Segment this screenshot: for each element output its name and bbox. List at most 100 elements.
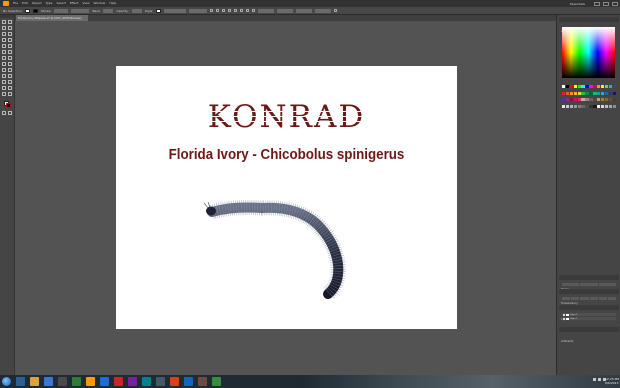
swatch[interactable]: [589, 98, 593, 102]
swatch[interactable]: [593, 85, 597, 88]
swatch[interactable]: [600, 104, 605, 108]
paintbrush-tool-icon[interactable]: [2, 44, 6, 48]
menu-select[interactable]: Select: [57, 1, 66, 6]
menu-help[interactable]: Help: [109, 1, 116, 6]
swatch[interactable]: [608, 91, 613, 95]
swatch[interactable]: [612, 104, 616, 108]
network-icon[interactable]: [593, 378, 596, 381]
swatch[interactable]: [565, 104, 570, 108]
stroke-weight-field[interactable]: [54, 8, 69, 13]
app-icon[interactable]: [184, 377, 193, 386]
graph-tool-icon[interactable]: [8, 86, 12, 90]
align-bottom-icon[interactable]: [240, 9, 244, 12]
swatch[interactable]: [581, 91, 585, 95]
swatch[interactable]: [562, 104, 566, 108]
swatch[interactable]: [585, 104, 589, 108]
artboard-subtitle[interactable]: Florida Ivory - Chicobolus spinigerus: [130, 147, 444, 163]
swatch[interactable]: [600, 91, 605, 95]
app-icon[interactable]: [142, 377, 151, 386]
artboards-panel-header[interactable]: Artboards: [559, 327, 619, 343]
tools-grip[interactable]: [0, 15, 14, 18]
maximize-icon[interactable]: [603, 1, 609, 6]
swatch[interactable]: [569, 85, 574, 88]
document-setup-button[interactable]: [164, 8, 187, 13]
swatch[interactable]: [589, 104, 593, 108]
selection-tool-icon[interactable]: [2, 20, 6, 24]
illustrator-taskbar-icon[interactable]: [86, 377, 95, 386]
slice-tool-icon[interactable]: [8, 92, 12, 96]
align-right-icon[interactable]: [222, 9, 226, 12]
swatch[interactable]: [565, 85, 570, 88]
symbol-sprayer-tool-icon[interactable]: [2, 86, 6, 90]
swatch[interactable]: [589, 91, 593, 95]
rectangle-tool-icon[interactable]: [8, 38, 12, 42]
rotate-tool-icon[interactable]: [2, 56, 6, 60]
swatch[interactable]: [597, 91, 601, 95]
w-field[interactable]: [296, 8, 313, 13]
canvas-area[interactable]: KONRAD Florida Ivory - Chicobolus spinig…: [15, 21, 556, 375]
swatch[interactable]: [604, 104, 609, 108]
draw-mode-icon[interactable]: [2, 111, 6, 115]
browser-icon[interactable]: [44, 377, 53, 386]
arrange-icon[interactable]: [252, 9, 256, 12]
menu-effect[interactable]: Effect: [70, 1, 79, 6]
blob-brush-tool-icon[interactable]: [2, 50, 6, 54]
swatch[interactable]: [608, 104, 613, 108]
swatch[interactable]: [612, 98, 616, 102]
swatch[interactable]: [600, 98, 605, 102]
swatch[interactable]: [612, 91, 616, 95]
menu-window[interactable]: Window: [94, 1, 106, 6]
scale-tool-icon[interactable]: [8, 56, 12, 60]
y-field[interactable]: [277, 8, 294, 13]
swatch[interactable]: [597, 104, 601, 108]
artboard[interactable]: KONRAD Florida Ivory - Chicobolus spinig…: [116, 66, 457, 329]
swatch[interactable]: [581, 98, 585, 102]
menu-type[interactable]: Type: [46, 1, 53, 6]
swatch-grid[interactable]: [562, 85, 616, 111]
color-panel-header[interactable]: Color: [559, 17, 619, 33]
h-field[interactable]: [315, 8, 332, 13]
line-tool-icon[interactable]: [2, 38, 6, 42]
app-icon[interactable]: [212, 377, 221, 386]
gradient-tool-icon[interactable]: [8, 74, 12, 78]
perspective-grid-tool-icon[interactable]: [8, 68, 12, 72]
eye-icon[interactable]: [563, 313, 565, 316]
explorer-icon[interactable]: [16, 377, 25, 386]
layer-row[interactable]: Layer 1: [562, 317, 616, 320]
app-icon[interactable]: [72, 377, 81, 386]
swatch[interactable]: [562, 91, 566, 95]
app-icon[interactable]: [198, 377, 207, 386]
swatch[interactable]: [593, 104, 597, 108]
swatch[interactable]: [597, 85, 601, 88]
mesh-tool-icon[interactable]: [2, 74, 6, 78]
swatch[interactable]: [569, 91, 574, 95]
preferences-button[interactable]: [189, 8, 208, 13]
swatch[interactable]: [573, 104, 578, 108]
swatch[interactable]: [577, 85, 581, 88]
menu-view[interactable]: View: [82, 1, 89, 6]
volume-icon[interactable]: [598, 378, 601, 381]
x-field[interactable]: [258, 8, 275, 13]
swatch[interactable]: [577, 98, 581, 102]
close-icon[interactable]: [612, 1, 618, 6]
app-icon[interactable]: [170, 377, 179, 386]
width-tool-icon[interactable]: [2, 62, 6, 66]
transform-icon[interactable]: [246, 9, 250, 12]
variable-width-dropdown[interactable]: [71, 8, 90, 13]
fill-swatch[interactable]: [24, 8, 30, 13]
artboard-title[interactable]: KONRAD: [207, 102, 366, 133]
align-top-icon[interactable]: [228, 9, 232, 12]
swatch[interactable]: [565, 98, 570, 102]
swatch[interactable]: [573, 91, 578, 95]
stroke-options-row[interactable]: [562, 283, 616, 286]
swatch[interactable]: [585, 98, 589, 102]
media-icon[interactable]: [58, 377, 67, 386]
free-transform-tool-icon[interactable]: [8, 62, 12, 66]
align-left-icon[interactable]: [210, 9, 214, 12]
lasso-tool-icon[interactable]: [8, 26, 12, 30]
swatch[interactable]: [612, 85, 616, 88]
type-tool-icon[interactable]: [8, 32, 12, 36]
align-middle-icon[interactable]: [234, 9, 238, 12]
magic-wand-tool-icon[interactable]: [2, 26, 6, 30]
eyedropper-tool-icon[interactable]: [2, 80, 6, 84]
